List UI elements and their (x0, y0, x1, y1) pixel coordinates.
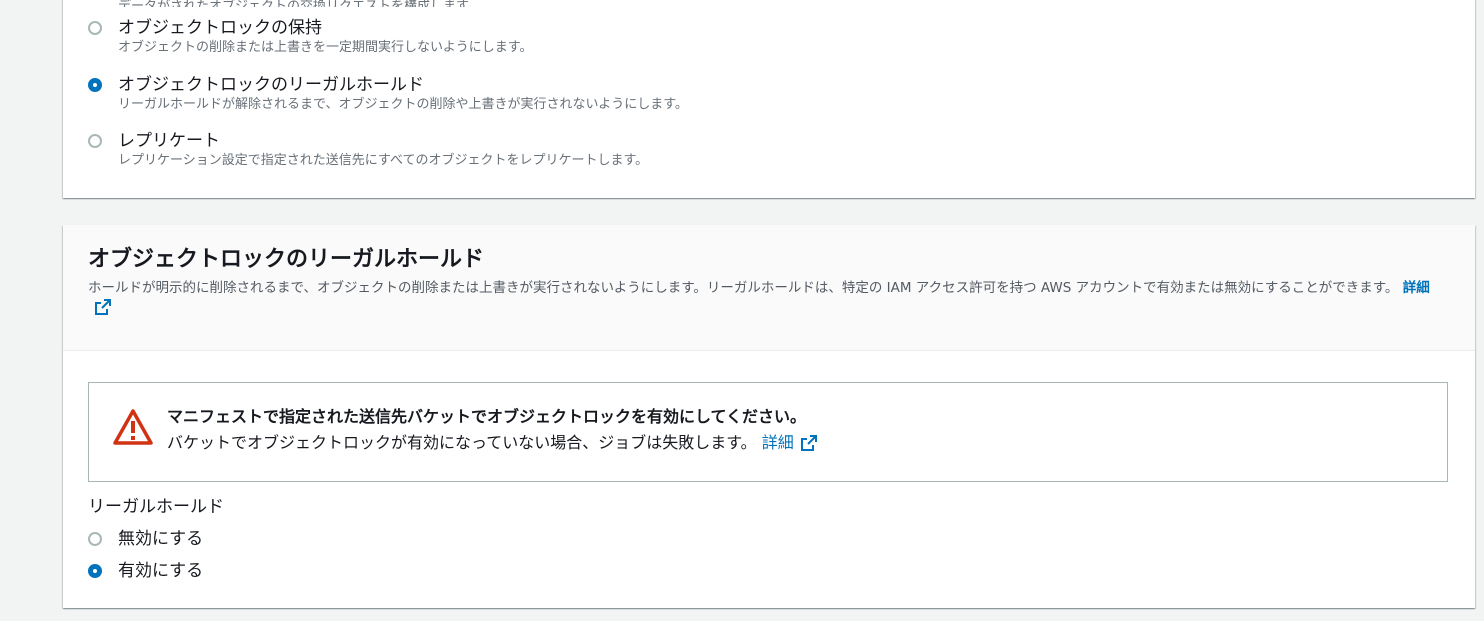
legal-hold-field-label: リーガルホールド (88, 497, 224, 517)
operation-options-card: データがされたオブジェクトの交換リクエストを構成します。 オブジェクトロックの保… (63, 0, 1475, 198)
legal-hold-header: オブジェクトロックのリーガルホールド ホールドが明示的に削除されるまで、オブジェ… (63, 225, 1475, 351)
external-link-icon (95, 299, 111, 315)
option-label: 有効にする (118, 561, 204, 581)
legal-hold-card: オブジェクトロックのリーガルホールド ホールドが明示的に削除されるまで、オブジェ… (63, 225, 1475, 608)
warning-alert: マニフェストで指定された送信先バケットでオブジェクトロックを有効にしてください。… (88, 382, 1448, 482)
alert-body-text: バケットでオブジェクトロックが有効になっていない場合、ジョブは失敗します。 (167, 433, 757, 452)
learn-more-label: 詳細 (1402, 280, 1430, 296)
option-label: オブジェクトロックの保持 (118, 18, 322, 38)
alert-title: マニフェストで指定された送信先バケットでオブジェクトロックを有効にしてください。 (167, 407, 807, 426)
alert-body: バケットでオブジェクトロックが有効になっていない場合、ジョブは失敗します。 詳細 (167, 432, 818, 454)
warning-icon (113, 409, 153, 445)
radio-enable[interactable] (88, 564, 102, 578)
option-description: オブジェクトの削除または上書きを一定期間実行しないようにします。 (118, 40, 533, 55)
alert-learn-more-label: 詳細 (761, 433, 794, 452)
option-label: オブジェクトロックのリーガルホールド (118, 75, 424, 95)
option-description: リーガルホールドが解除されるまで、オブジェクトの削除や上書きが実行されないように… (118, 97, 688, 112)
section-description: ホールドが明示的に削除されるまで、オブジェクトの削除または上書きが実行されないよ… (88, 279, 1448, 318)
option-label: レプリケート (118, 131, 220, 151)
radio-replicate[interactable] (88, 134, 102, 148)
partial-description: データがされたオブジェクトの交換リクエストを構成します。 (118, 0, 481, 7)
section-description-text: ホールドが明示的に削除されるまで、オブジェクトの削除または上書きが実行されないよ… (88, 280, 1399, 296)
radio-object-lock-retention[interactable] (88, 21, 102, 35)
section-title: オブジェクトロックのリーガルホールド (88, 247, 485, 272)
option-label: 無効にする (118, 529, 204, 549)
radio-disable[interactable] (88, 532, 102, 546)
alert-learn-more-link[interactable]: 詳細 (762, 433, 818, 452)
radio-object-lock-legal-hold[interactable] (88, 78, 102, 92)
option-description: レプリケーション設定で指定された送信先にすべてのオブジェクトをレプリケートします… (118, 153, 649, 168)
external-link-icon (800, 435, 817, 451)
